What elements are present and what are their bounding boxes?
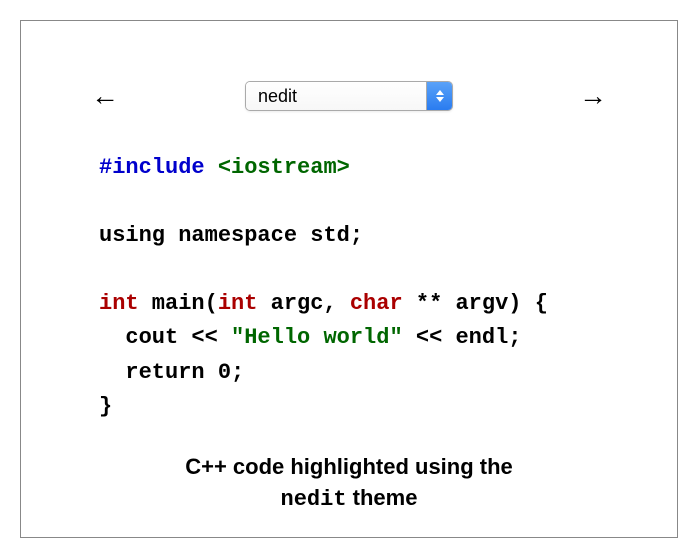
next-theme-button[interactable]: → bbox=[579, 82, 607, 110]
theme-preview-panel: ← nedit → #include <iostream> using name… bbox=[20, 20, 678, 538]
plain-token: argc, bbox=[257, 291, 349, 316]
updown-caret-icon bbox=[426, 82, 452, 110]
caption-suffix: theme bbox=[347, 485, 418, 510]
keyword-token: namespace bbox=[165, 223, 297, 248]
caption-prefix: C++ code highlighted using the bbox=[185, 454, 513, 479]
keyword-token: using bbox=[99, 223, 165, 248]
theme-select-value: nedit bbox=[246, 82, 426, 110]
theme-nav-row: ← nedit → bbox=[71, 81, 627, 111]
type-token: int bbox=[99, 291, 139, 316]
string-token: "Hello world" bbox=[231, 325, 403, 350]
plain-token: ; bbox=[231, 360, 244, 385]
plain-token: main( bbox=[139, 291, 218, 316]
preprocessor-token: #include bbox=[99, 155, 218, 180]
plain-token: << endl; bbox=[403, 325, 522, 350]
code-sample: #include <iostream> using namespace std;… bbox=[99, 151, 627, 424]
prev-theme-button[interactable]: ← bbox=[91, 82, 119, 110]
number-token: 0 bbox=[205, 360, 231, 385]
plain-token: std; bbox=[297, 223, 363, 248]
caption-theme-name: nedit bbox=[281, 487, 347, 512]
caption: C++ code highlighted using the nedit the… bbox=[71, 452, 627, 516]
include-token: <iostream> bbox=[218, 155, 350, 180]
type-token: int bbox=[218, 291, 258, 316]
plain-token: cout << bbox=[99, 325, 231, 350]
type-token: char bbox=[350, 291, 403, 316]
plain-token: ** argv) { bbox=[403, 291, 548, 316]
plain-token: } bbox=[99, 394, 112, 419]
keyword-token: return bbox=[99, 360, 205, 385]
theme-select[interactable]: nedit bbox=[245, 81, 453, 111]
